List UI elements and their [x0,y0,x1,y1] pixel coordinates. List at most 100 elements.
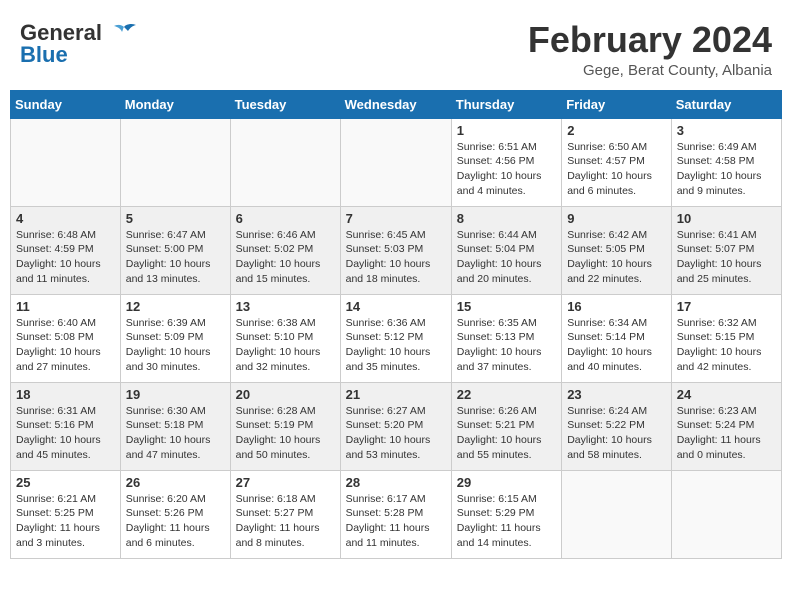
day-info: Sunrise: 6:44 AM Sunset: 5:04 PM Dayligh… [457,228,556,287]
column-header-tuesday: Tuesday [230,90,340,118]
day-number: 3 [677,123,776,138]
day-number: 5 [126,211,225,226]
day-number: 19 [126,387,225,402]
page-header: General Blue February 2024 Gege, Berat C… [10,10,782,84]
day-info: Sunrise: 6:35 AM Sunset: 5:13 PM Dayligh… [457,316,556,375]
day-number: 1 [457,123,556,138]
calendar-table: SundayMondayTuesdayWednesdayThursdayFrid… [10,90,782,559]
calendar-header-row: SundayMondayTuesdayWednesdayThursdayFrid… [11,90,782,118]
calendar-cell: 17 Sunrise: 6:32 AM Sunset: 5:15 PM Dayli… [671,294,781,382]
day-number: 18 [16,387,115,402]
day-number: 4 [16,211,115,226]
day-info: Sunrise: 6:38 AM Sunset: 5:10 PM Dayligh… [236,316,335,375]
logo-blue: Blue [20,42,68,68]
day-info: Sunrise: 6:27 AM Sunset: 5:20 PM Dayligh… [346,404,446,463]
day-info: Sunrise: 6:18 AM Sunset: 5:27 PM Dayligh… [236,492,335,551]
day-info: Sunrise: 6:49 AM Sunset: 4:58 PM Dayligh… [677,140,776,199]
day-number: 20 [236,387,335,402]
calendar-cell: 13Sunrise: 6:38 AM Sunset: 5:10 PM Dayli… [230,294,340,382]
day-number: 21 [346,387,446,402]
calendar-cell: 2 Sunrise: 6:50 AM Sunset: 4:57 PM Daylig… [562,118,672,206]
month-title: February 2024 [528,20,772,60]
calendar-cell: 1 Sunrise: 6:51 AM Sunset: 4:56 PM Daylig… [451,118,561,206]
day-number: 6 [236,211,335,226]
day-info: Sunrise: 6:40 AM Sunset: 5:08 PM Dayligh… [16,316,115,375]
calendar-cell: 27 Sunrise: 6:18 AM Sunset: 5:27 PM Dayli… [230,470,340,558]
day-info: Sunrise: 6:21 AM Sunset: 5:25 PM Dayligh… [16,492,115,551]
column-header-wednesday: Wednesday [340,90,451,118]
calendar-cell: 5 Sunrise: 6:47 AM Sunset: 5:00 PM Daylig… [120,206,230,294]
day-number: 9 [567,211,666,226]
day-number: 16 [567,299,666,314]
calendar-cell: 10Sunrise: 6:41 AM Sunset: 5:07 PM Dayli… [671,206,781,294]
calendar-cell: 21 Sunrise: 6:27 AM Sunset: 5:20 PM Dayli… [340,382,451,470]
calendar-cell: 12Sunrise: 6:39 AM Sunset: 5:09 PM Dayli… [120,294,230,382]
day-number: 26 [126,475,225,490]
calendar-cell [562,470,672,558]
day-info: Sunrise: 6:34 AM Sunset: 5:14 PM Dayligh… [567,316,666,375]
day-info: Sunrise: 6:32 AM Sunset: 5:15 PM Dayligh… [677,316,776,375]
calendar-week-row: 18Sunrise: 6:31 AM Sunset: 5:16 PM Dayli… [11,382,782,470]
calendar-cell: 18Sunrise: 6:31 AM Sunset: 5:16 PM Dayli… [11,382,121,470]
day-number: 24 [677,387,776,402]
day-info: Sunrise: 6:51 AM Sunset: 4:56 PM Dayligh… [457,140,556,199]
calendar-cell: 9 Sunrise: 6:42 AM Sunset: 5:05 PM Daylig… [562,206,672,294]
day-number: 7 [346,211,446,226]
day-info: Sunrise: 6:36 AM Sunset: 5:12 PM Dayligh… [346,316,446,375]
day-number: 11 [16,299,115,314]
calendar-cell: 20 Sunrise: 6:28 AM Sunset: 5:19 PM Dayli… [230,382,340,470]
day-info: Sunrise: 6:47 AM Sunset: 5:00 PM Dayligh… [126,228,225,287]
calendar-cell: 11 Sunrise: 6:40 AM Sunset: 5:08 PM Dayli… [11,294,121,382]
calendar-cell: 7 Sunrise: 6:45 AM Sunset: 5:03 PM Daylig… [340,206,451,294]
calendar-cell: 23 Sunrise: 6:24 AM Sunset: 5:22 PM Dayli… [562,382,672,470]
day-number: 28 [346,475,446,490]
day-number: 8 [457,211,556,226]
day-number: 2 [567,123,666,138]
calendar-cell [11,118,121,206]
day-info: Sunrise: 6:41 AM Sunset: 5:07 PM Dayligh… [677,228,776,287]
day-info: Sunrise: 6:23 AM Sunset: 5:24 PM Dayligh… [677,404,776,463]
calendar-week-row: 11 Sunrise: 6:40 AM Sunset: 5:08 PM Dayli… [11,294,782,382]
day-info: Sunrise: 6:42 AM Sunset: 5:05 PM Dayligh… [567,228,666,287]
calendar-cell: 4 Sunrise: 6:48 AM Sunset: 4:59 PM Daylig… [11,206,121,294]
day-info: Sunrise: 6:46 AM Sunset: 5:02 PM Dayligh… [236,228,335,287]
calendar-cell: 6 Sunrise: 6:46 AM Sunset: 5:02 PM Daylig… [230,206,340,294]
day-number: 12 [126,299,225,314]
column-header-monday: Monday [120,90,230,118]
calendar-cell: 26 Sunrise: 6:20 AM Sunset: 5:26 PM Dayli… [120,470,230,558]
day-number: 22 [457,387,556,402]
day-info: Sunrise: 6:30 AM Sunset: 5:18 PM Dayligh… [126,404,225,463]
day-info: Sunrise: 6:24 AM Sunset: 5:22 PM Dayligh… [567,404,666,463]
day-number: 27 [236,475,335,490]
day-info: Sunrise: 6:50 AM Sunset: 4:57 PM Dayligh… [567,140,666,199]
calendar-cell: 29 Sunrise: 6:15 AM Sunset: 5:29 PM Dayli… [451,470,561,558]
calendar-cell: 15 Sunrise: 6:35 AM Sunset: 5:13 PM Dayli… [451,294,561,382]
calendar-week-row: 1 Sunrise: 6:51 AM Sunset: 4:56 PM Daylig… [11,118,782,206]
day-info: Sunrise: 6:48 AM Sunset: 4:59 PM Dayligh… [16,228,115,287]
day-number: 29 [457,475,556,490]
day-info: Sunrise: 6:20 AM Sunset: 5:26 PM Dayligh… [126,492,225,551]
calendar-cell: 25Sunrise: 6:21 AM Sunset: 5:25 PM Dayli… [11,470,121,558]
calendar-week-row: 25Sunrise: 6:21 AM Sunset: 5:25 PM Dayli… [11,470,782,558]
calendar-cell: 14Sunrise: 6:36 AM Sunset: 5:12 PM Dayli… [340,294,451,382]
logo: General Blue [20,20,138,68]
calendar-cell [230,118,340,206]
calendar-cell [671,470,781,558]
calendar-cell: 3 Sunrise: 6:49 AM Sunset: 4:58 PM Daylig… [671,118,781,206]
calendar-cell: 16 Sunrise: 6:34 AM Sunset: 5:14 PM Dayli… [562,294,672,382]
calendar-cell [120,118,230,206]
calendar-cell: 28 Sunrise: 6:17 AM Sunset: 5:28 PM Dayli… [340,470,451,558]
day-info: Sunrise: 6:45 AM Sunset: 5:03 PM Dayligh… [346,228,446,287]
day-info: Sunrise: 6:15 AM Sunset: 5:29 PM Dayligh… [457,492,556,551]
column-header-friday: Friday [562,90,672,118]
day-info: Sunrise: 6:17 AM Sunset: 5:28 PM Dayligh… [346,492,446,551]
day-number: 15 [457,299,556,314]
calendar-week-row: 4 Sunrise: 6:48 AM Sunset: 4:59 PM Daylig… [11,206,782,294]
day-info: Sunrise: 6:28 AM Sunset: 5:19 PM Dayligh… [236,404,335,463]
day-number: 17 [677,299,776,314]
location-title: Gege, Berat County, Albania [528,62,772,79]
calendar-cell [340,118,451,206]
column-header-thursday: Thursday [451,90,561,118]
calendar-cell: 22Sunrise: 6:26 AM Sunset: 5:21 PM Dayli… [451,382,561,470]
day-number: 23 [567,387,666,402]
